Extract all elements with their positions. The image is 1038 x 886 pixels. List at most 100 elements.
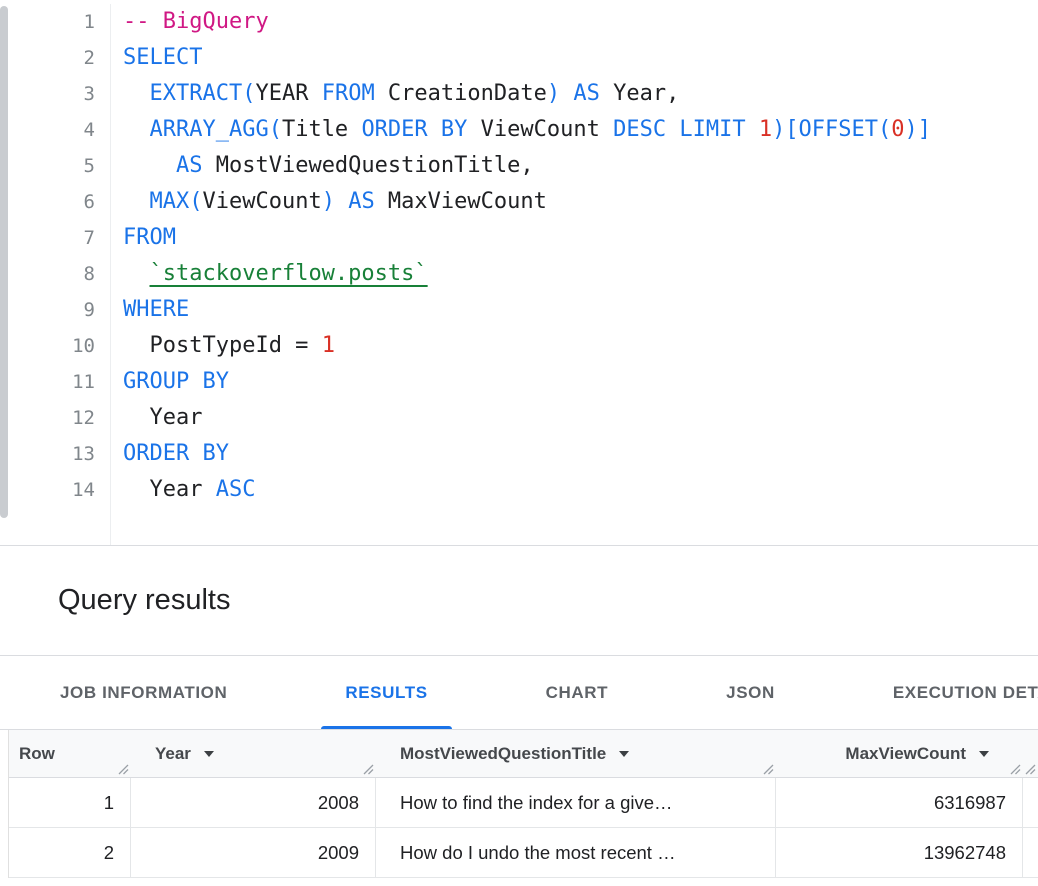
code-token-plain: Year, [600,81,679,106]
tab-execution-details[interactable]: EXECUTION DETAILS [869,656,1038,729]
code-line: Year [123,400,1038,436]
code-line: Year ASC [123,472,1038,508]
column-label: Row [19,744,55,764]
query-results-section-header: Query results [0,546,1038,656]
code-token-num: 0 [891,117,904,142]
tab-chart[interactable]: CHART [522,656,633,729]
cell-year: 2008 [131,778,376,827]
code-token-plain [123,261,150,286]
code-token-kw: ASC [216,477,256,502]
line-number: 3 [0,76,95,112]
code-token-plain: MostViewedQuestionTitle, [202,153,533,178]
column-header-stub [1023,730,1038,777]
tab-job-information[interactable]: JOB INFORMATION [36,656,251,729]
code-token-plain: CreationDate [375,81,547,106]
code-token-kw: ARRAY_AGG( [150,117,282,142]
cell-row: 2 [9,828,131,877]
code-token-plain [123,189,150,214]
code-token-plain: Title [282,117,361,142]
code-token-kw: FROM [123,225,176,250]
code-token-kw: ) AS [547,81,600,106]
table-body: 12008How to find the index for a give…63… [9,778,1038,878]
code-token-table: `stackoverflow.posts` [150,261,428,286]
sql-editor[interactable]: 1234567891011121314 -- BigQuerySELECT EX… [0,0,1038,546]
line-number: 5 [0,148,95,184]
code-token-kw: )[OFFSET( [772,117,891,142]
code-line: EXTRACT(YEAR FROM CreationDate) AS Year, [123,76,1038,112]
cell-maxviewcount: 13962748 [776,828,1023,877]
code-line: ARRAY_AGG(Title ORDER BY ViewCount DESC … [123,112,1038,148]
column-resize-handle-icon[interactable] [1025,764,1036,775]
column-resize-handle-icon[interactable] [118,764,129,775]
code-line: MAX(ViewCount) AS MaxViewCount [123,184,1038,220]
code-token-kw: )] [905,117,932,142]
code-token-plain: ViewCount [202,189,321,214]
line-number: 6 [0,184,95,220]
column-label: MostViewedQuestionTitle [400,744,606,764]
code-line: `stackoverflow.posts` [123,256,1038,292]
code-token-plain: PostTypeId = [123,333,322,358]
cell-mostviewedquestiontitle: How to find the index for a give… [376,778,776,827]
code-token-plain [123,153,176,178]
cell-empty [1023,778,1038,827]
code-token-plain: Year [123,405,202,430]
code-line: AS MostViewedQuestionTitle, [123,148,1038,184]
code-line: PostTypeId = 1 [123,328,1038,364]
code-line: WHERE [123,292,1038,328]
code-line: SELECT [123,40,1038,76]
code-lines: -- BigQuery SELECT EXTRACT(YEAR FROM Crea… [110,4,1038,545]
line-number: 12 [0,400,95,436]
column-resize-handle-icon[interactable] [763,764,774,775]
table-row: 12008How to find the index for a give…63… [9,778,1038,828]
code-token-plain [123,117,150,142]
cell-maxviewcount: 6316987 [776,778,1023,827]
sort-dropdown-icon[interactable] [204,751,214,757]
column-header-row[interactable]: Row [9,730,131,777]
line-number: 13 [0,436,95,472]
code-token-kw: DESC LIMIT [613,117,759,142]
line-number: 7 [0,220,95,256]
code-token-comment: -- BigQuery [123,9,269,34]
cell-empty [1023,828,1038,877]
code-token-kw: ORDER BY [361,117,467,142]
code-token-plain: YEAR [255,81,321,106]
code-token-kw: AS [176,153,203,178]
column-resize-handle-icon[interactable] [1010,764,1021,775]
line-number: 14 [0,472,95,508]
column-resize-handle-icon[interactable] [363,764,374,775]
sort-dropdown-icon[interactable] [619,751,629,757]
code-token-kw: FROM [322,81,375,106]
tab-json[interactable]: JSON [702,656,799,729]
code-token-plain: MaxViewCount [375,189,547,214]
cell-year: 2009 [131,828,376,877]
code-token-plain: Year [123,477,216,502]
column-label: MaxViewCount [845,744,966,764]
table-row: 22009How do I undo the most recent …1396… [9,828,1038,878]
editor-scrollbar[interactable] [0,6,8,518]
code-line: ORDER BY [123,436,1038,472]
column-header-mostviewedquestiontitle[interactable]: MostViewedQuestionTitle [376,730,776,777]
code-token-kw: EXTRACT( [150,81,256,106]
code-token-num: 1 [759,117,772,142]
line-number: 11 [0,364,95,400]
results-table: Row Year MostViewedQuestionTitle MaxViewCou… [8,730,1038,878]
line-number: 4 [0,112,95,148]
code-line: GROUP BY [123,364,1038,400]
code-token-kw: ORDER BY [123,441,229,466]
column-label: Year [155,744,191,764]
column-header-maxviewcount[interactable]: MaxViewCount [776,730,1023,777]
sort-dropdown-icon[interactable] [979,751,989,757]
code-token-kw: SELECT [123,45,202,70]
cell-row: 1 [9,778,131,827]
code-token-kw: ) AS [322,189,375,214]
tab-results[interactable]: RESULTS [321,656,451,729]
code-line: -- BigQuery [123,4,1038,40]
results-tabs: JOB INFORMATION RESULTS CHART JSON EXECUTION… [0,656,1038,730]
line-number: 10 [0,328,95,364]
code-line: FROM [123,220,1038,256]
code-token-plain [123,81,150,106]
line-number: 2 [0,40,95,76]
code-token-kw: WHERE [123,297,189,322]
column-header-year[interactable]: Year [131,730,376,777]
line-number: 9 [0,292,95,328]
